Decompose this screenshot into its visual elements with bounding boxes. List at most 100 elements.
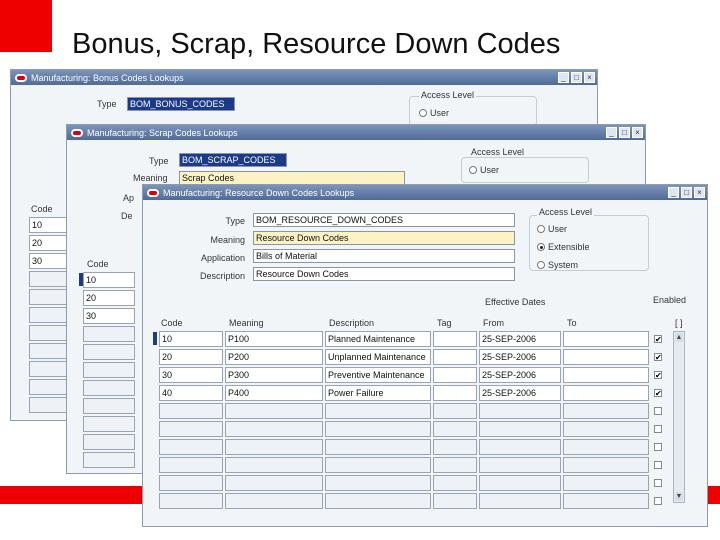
to-date-cell[interactable] — [563, 385, 649, 401]
from-date-cell[interactable]: 25-SEP-2006 — [479, 349, 561, 365]
close-icon[interactable]: × — [694, 187, 705, 198]
code-cell[interactable]: 10 — [83, 272, 135, 288]
empty-to-date-cell[interactable] — [563, 457, 649, 473]
empty-meaning-cell[interactable] — [225, 457, 323, 473]
empty-code-cell[interactable] — [83, 434, 135, 450]
empty-to-date-cell[interactable] — [563, 439, 649, 455]
meaning-field[interactable]: Resource Down Codes — [253, 231, 515, 245]
empty-description-cell[interactable] — [325, 439, 431, 455]
description-cell[interactable]: Planned Maintenance — [325, 331, 431, 347]
empty-tag-cell[interactable] — [433, 439, 477, 455]
empty-description-cell[interactable] — [325, 403, 431, 419]
access-extensible-radio[interactable]: Extensible — [537, 242, 590, 252]
empty-to-date-cell[interactable] — [563, 493, 649, 509]
meaning-cell[interactable]: P100 — [225, 331, 323, 347]
empty-code-cell[interactable] — [159, 439, 223, 455]
access-user-radio[interactable]: User — [419, 108, 449, 118]
empty-code-cell[interactable] — [83, 326, 135, 342]
empty-description-cell[interactable] — [325, 457, 431, 473]
table-vertical-scrollbar[interactable]: ▲ ▼ — [673, 331, 685, 503]
to-date-cell[interactable] — [563, 331, 649, 347]
empty-code-cell[interactable] — [83, 416, 135, 432]
enabled-checkbox[interactable]: ✔ — [654, 389, 662, 398]
enabled-checkbox[interactable] — [654, 479, 662, 487]
empty-meaning-cell[interactable] — [225, 475, 323, 491]
empty-meaning-cell[interactable] — [225, 493, 323, 509]
enabled-checkbox[interactable]: ✔ — [654, 353, 662, 362]
tag-cell[interactable] — [433, 349, 477, 365]
empty-description-cell[interactable] — [325, 475, 431, 491]
code-cell[interactable]: 30 — [159, 367, 223, 383]
enabled-checkbox[interactable]: ✔ — [654, 335, 662, 344]
empty-tag-cell[interactable] — [433, 493, 477, 509]
access-user-radio[interactable]: User — [469, 165, 499, 175]
empty-from-date-cell[interactable] — [479, 403, 561, 419]
empty-code-cell[interactable] — [159, 421, 223, 437]
to-date-cell[interactable] — [563, 367, 649, 383]
empty-code-cell[interactable] — [83, 362, 135, 378]
scroll-down-icon[interactable]: ▼ — [675, 492, 683, 501]
enabled-checkbox[interactable] — [654, 407, 662, 415]
description-cell[interactable]: Preventive Maintenance — [325, 367, 431, 383]
close-icon[interactable]: × — [584, 72, 595, 83]
type-field[interactable]: BOM_RESOURCE_DOWN_CODES — [253, 213, 515, 227]
to-date-cell[interactable] — [563, 349, 649, 365]
type-field[interactable]: BOM_SCRAP_CODES — [179, 153, 287, 167]
empty-code-cell[interactable] — [159, 403, 223, 419]
code-cell[interactable]: 10 — [159, 331, 223, 347]
from-date-cell[interactable]: 25-SEP-2006 — [479, 367, 561, 383]
enabled-checkbox[interactable] — [654, 425, 662, 433]
empty-from-date-cell[interactable] — [479, 439, 561, 455]
empty-code-cell[interactable] — [159, 493, 223, 509]
empty-tag-cell[interactable] — [433, 403, 477, 419]
empty-tag-cell[interactable] — [433, 421, 477, 437]
enabled-checkbox[interactable] — [654, 443, 662, 451]
code-cell[interactable]: 40 — [159, 385, 223, 401]
code-cell[interactable]: 20 — [159, 349, 223, 365]
application-field[interactable]: Bills of Material — [253, 249, 515, 263]
from-date-cell[interactable]: 25-SEP-2006 — [479, 331, 561, 347]
close-icon[interactable]: × — [632, 127, 643, 138]
empty-code-cell[interactable] — [83, 344, 135, 360]
maximize-icon[interactable]: □ — [571, 72, 582, 83]
empty-meaning-cell[interactable] — [225, 421, 323, 437]
minimize-icon[interactable]: _ — [668, 187, 679, 198]
empty-to-date-cell[interactable] — [563, 421, 649, 437]
minimize-icon[interactable]: _ — [606, 127, 617, 138]
enabled-checkbox[interactable] — [654, 461, 662, 469]
code-cell[interactable]: 20 — [83, 290, 135, 306]
maximize-icon[interactable]: □ — [681, 187, 692, 198]
empty-code-cell[interactable] — [83, 398, 135, 414]
tag-cell[interactable] — [433, 367, 477, 383]
empty-code-cell[interactable] — [159, 457, 223, 473]
meaning-cell[interactable]: P400 — [225, 385, 323, 401]
empty-meaning-cell[interactable] — [225, 439, 323, 455]
enabled-checkbox[interactable]: ✔ — [654, 371, 662, 380]
access-user-radio[interactable]: User — [537, 224, 567, 234]
empty-from-date-cell[interactable] — [479, 475, 561, 491]
description-cell[interactable]: Power Failure — [325, 385, 431, 401]
tag-cell[interactable] — [433, 331, 477, 347]
empty-tag-cell[interactable] — [433, 457, 477, 473]
empty-from-date-cell[interactable] — [479, 421, 561, 437]
empty-tag-cell[interactable] — [433, 475, 477, 491]
empty-to-date-cell[interactable] — [563, 403, 649, 419]
tag-cell[interactable] — [433, 385, 477, 401]
code-cell[interactable]: 30 — [83, 308, 135, 324]
meaning-cell[interactable]: P200 — [225, 349, 323, 365]
enabled-checkbox[interactable] — [654, 497, 662, 505]
meaning-field[interactable]: Scrap Codes — [179, 171, 405, 185]
type-field[interactable]: BOM_BONUS_CODES — [127, 97, 235, 111]
access-system-radio[interactable]: System — [537, 260, 578, 270]
description-field[interactable]: Resource Down Codes — [253, 267, 515, 281]
empty-from-date-cell[interactable] — [479, 457, 561, 473]
empty-description-cell[interactable] — [325, 493, 431, 509]
description-cell[interactable]: Unplanned Maintenance — [325, 349, 431, 365]
empty-code-cell[interactable] — [83, 380, 135, 396]
empty-code-cell[interactable] — [159, 475, 223, 491]
empty-code-cell[interactable] — [83, 452, 135, 468]
meaning-cell[interactable]: P300 — [225, 367, 323, 383]
maximize-icon[interactable]: □ — [619, 127, 630, 138]
empty-meaning-cell[interactable] — [225, 403, 323, 419]
from-date-cell[interactable]: 25-SEP-2006 — [479, 385, 561, 401]
